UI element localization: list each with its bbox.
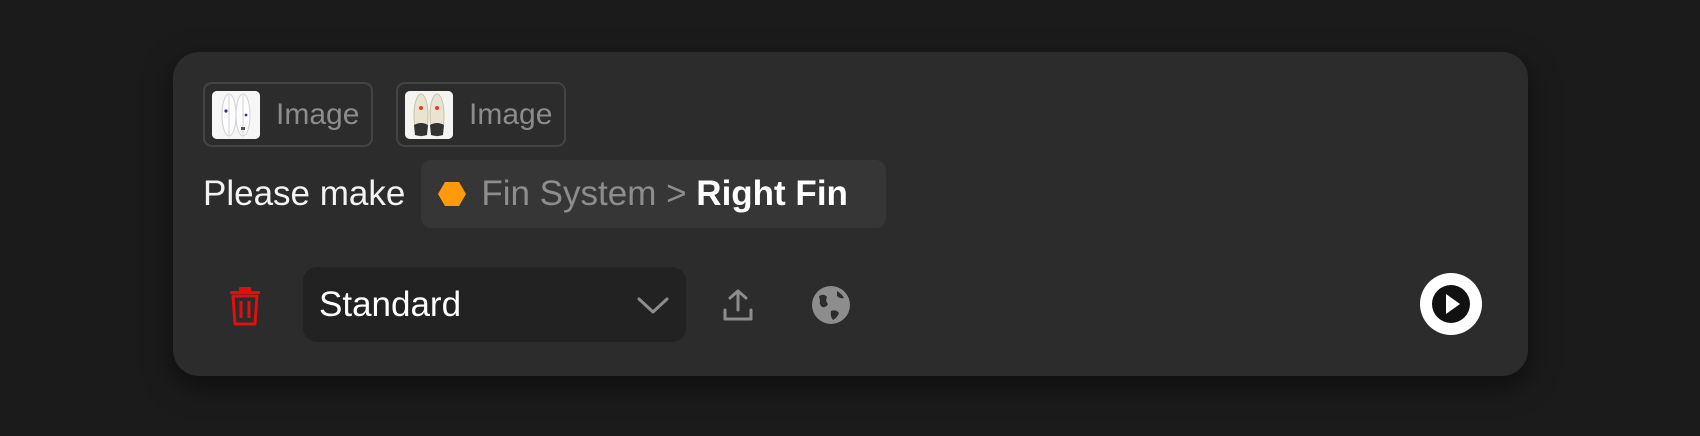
attachment-chip[interactable]: Image xyxy=(203,82,373,147)
attachment-label: Image xyxy=(276,97,360,131)
delete-button[interactable] xyxy=(225,285,265,327)
web-search-button[interactable] xyxy=(810,284,852,326)
part-reference-chip[interactable]: Fin System > Right Fin xyxy=(421,160,887,228)
attachment-chip[interactable]: Image xyxy=(396,82,566,147)
composer-toolbar: Standard xyxy=(173,267,1528,342)
mode-select[interactable]: Standard xyxy=(303,267,686,342)
prompt-composer: Image Image Please make Fin System > Rig… xyxy=(173,52,1528,376)
chevron-down-icon xyxy=(637,297,669,313)
upload-button[interactable] xyxy=(718,285,758,325)
reference-parent: Fin System xyxy=(481,174,657,213)
reference-leaf: Right Fin xyxy=(696,174,848,213)
surfboard-thumbnail xyxy=(212,90,260,139)
attachment-list: Image Image xyxy=(203,82,566,147)
surfboard-thumbnail xyxy=(405,90,453,139)
mode-select-value: Standard xyxy=(319,284,462,324)
hexagon-icon xyxy=(438,182,467,206)
reference-path: Fin System > Right Fin xyxy=(481,174,848,214)
attachment-label: Image xyxy=(469,97,553,131)
trash-icon xyxy=(230,287,260,326)
globe-icon xyxy=(812,286,850,324)
upload-icon xyxy=(723,289,753,321)
prompt-text: Please make xyxy=(203,174,406,213)
run-button[interactable] xyxy=(1420,273,1482,335)
play-icon xyxy=(1432,285,1470,323)
reference-separator: > xyxy=(666,174,687,213)
prompt-line[interactable]: Please make Fin System > Right Fin xyxy=(203,160,887,228)
